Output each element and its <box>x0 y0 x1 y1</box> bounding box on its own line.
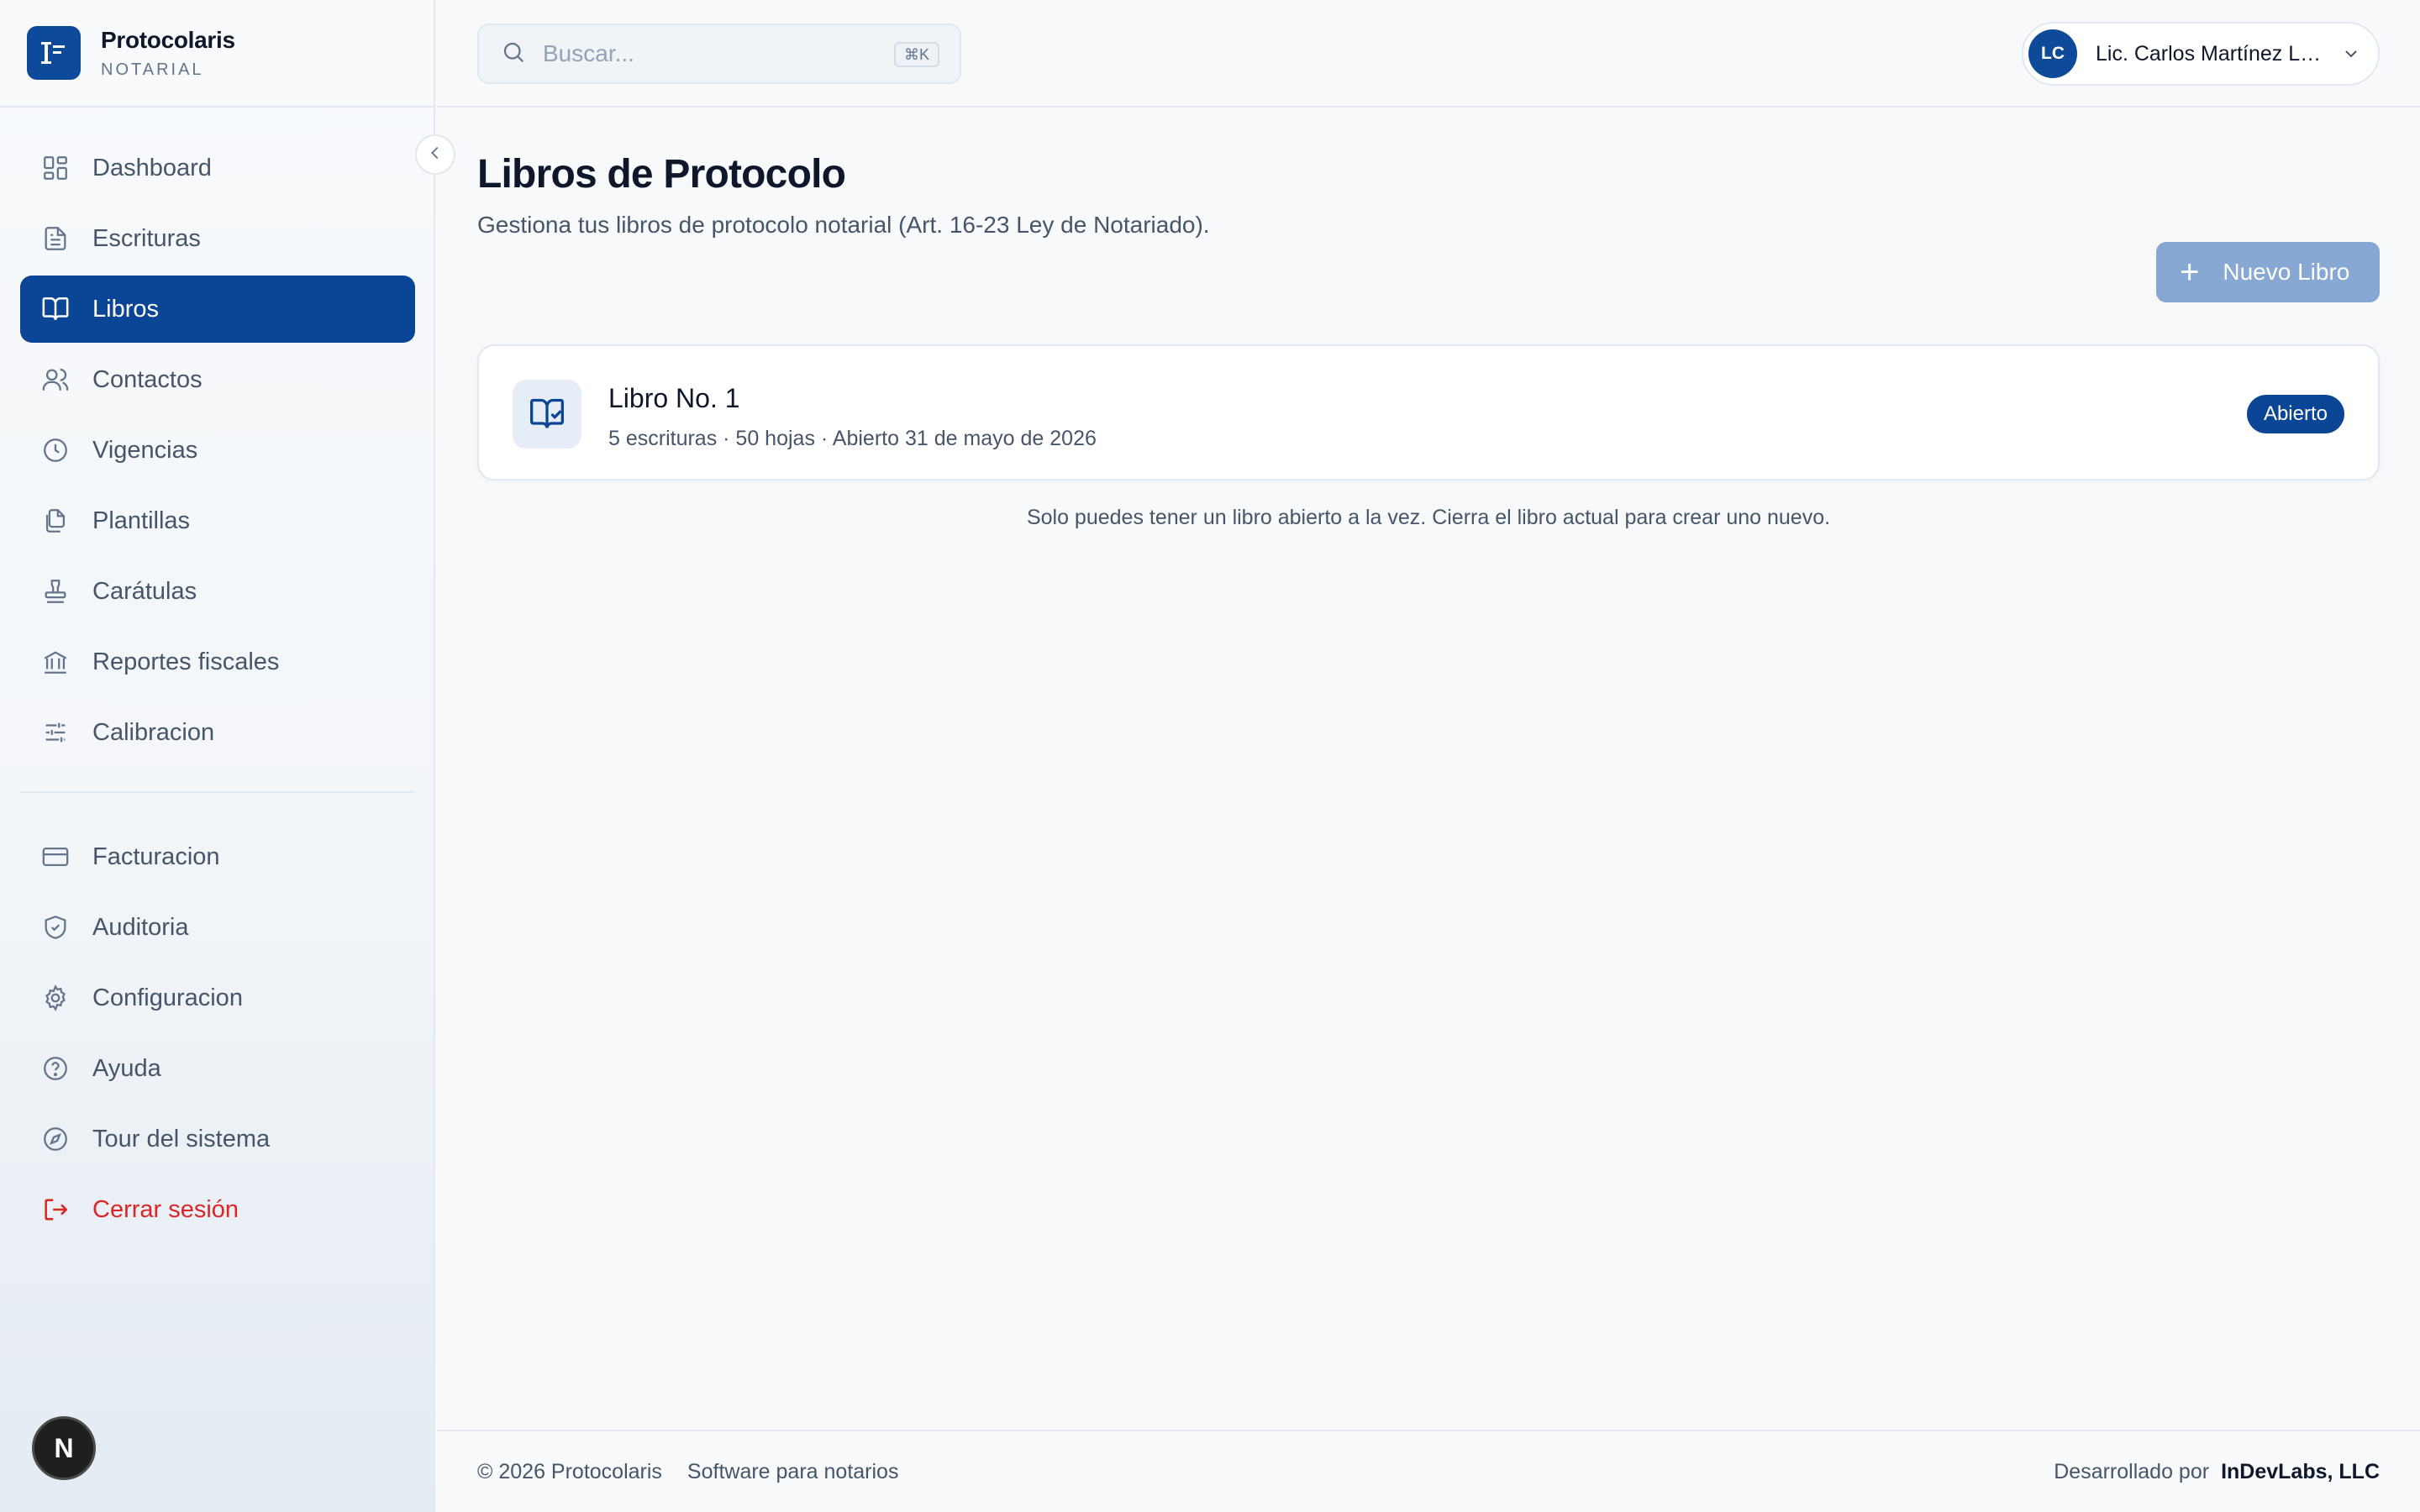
topbar: ⌘K LC Lic. Carlos Martínez López <box>437 0 2420 108</box>
clock-icon <box>40 435 71 465</box>
footer: © 2026 Protocolaris Software para notari… <box>437 1430 2420 1512</box>
sidebar-item-tour[interactable]: Tour del sistema <box>20 1105 415 1173</box>
sidebar-item-label: Dashboard <box>92 154 212 181</box>
footer-developed-by: Desarrollado por <box>2054 1460 2210 1483</box>
sidebar-item-label: Facturacion <box>92 843 220 870</box>
user-menu[interactable]: LC Lic. Carlos Martínez López <box>2022 22 2380 86</box>
book-meta: 5 escrituras · 50 hojas · Abierto 31 de … <box>608 427 1097 450</box>
sidebar-item-label: Auditoria <box>92 913 189 941</box>
sidebar-item-label: Contactos <box>92 365 203 393</box>
document-icon <box>40 223 71 254</box>
footer-developer-link[interactable]: InDevLabs, LLC <box>2221 1460 2380 1484</box>
footer-copyright: © 2026 Protocolaris <box>477 1460 662 1483</box>
search-box[interactable]: ⌘K <box>477 24 961 84</box>
book-check-icon <box>513 380 581 449</box>
sidebar-item-label: Vigencias <box>92 436 198 464</box>
chevron-left-icon <box>426 144 445 166</box>
sidebar-item-dashboard[interactable]: Dashboard <box>20 134 415 202</box>
brand-name: Protocolaris <box>101 26 235 53</box>
sidebar-item-logout[interactable]: Cerrar sesión <box>20 1176 415 1243</box>
brand-subtitle: NOTARIAL <box>101 60 204 79</box>
compass-icon <box>40 1124 71 1154</box>
book-icon <box>40 294 71 324</box>
dev-indicator-badge[interactable]: N <box>32 1416 96 1480</box>
sidebar-item-label: Escrituras <box>92 224 201 252</box>
sidebar-item-label: Carátulas <box>92 577 197 605</box>
main-content: Libros de Protocolo Gestiona tus libros … <box>437 108 2420 1430</box>
help-icon <box>40 1053 71 1084</box>
search-icon <box>501 39 526 69</box>
sidebar-item-label: Reportes fiscales <box>92 648 280 675</box>
sidebar-item-reportes-fiscales[interactable]: Reportes fiscales <box>20 628 415 696</box>
new-book-button-label: Nuevo Libro <box>2223 259 2350 285</box>
search-shortcut-hint: ⌘K <box>893 42 939 67</box>
credit-card-icon <box>40 842 71 872</box>
footer-tagline: Software para notarios <box>687 1460 899 1483</box>
sidebar-item-plantillas[interactable]: Plantillas <box>20 487 415 554</box>
dashboard-icon <box>40 153 71 183</box>
sidebar-item-calibracion[interactable]: Calibracion <box>20 699 415 766</box>
book-title: Libro No. 1 <box>608 383 740 413</box>
status-badge: Abierto <box>2246 395 2344 433</box>
sidebar-item-escrituras[interactable]: Escrituras <box>20 205 415 272</box>
gear-icon <box>40 983 71 1013</box>
sidebar-item-libros[interactable]: Libros <box>20 276 415 343</box>
page-title: Libros de Protocolo <box>477 152 846 197</box>
bank-icon <box>40 647 71 677</box>
sidebar-item-vigencias[interactable]: Vigencias <box>20 417 415 484</box>
sidebar-item-ayuda[interactable]: Ayuda <box>20 1035 415 1102</box>
brand-logo-icon <box>27 26 81 80</box>
sidebar-divider <box>20 791 415 793</box>
search-input[interactable] <box>543 40 879 67</box>
chevron-down-icon <box>2341 44 2361 64</box>
sidebar-item-auditoria[interactable]: Auditoria <box>20 894 415 961</box>
sidebar-item-contactos[interactable]: Contactos <box>20 346 415 413</box>
brand[interactable]: Protocolaris NOTARIAL <box>0 0 435 108</box>
sidebar: Protocolaris NOTARIAL Dashboard Escritur… <box>0 0 435 1512</box>
sidebar-item-label: Calibracion <box>92 718 215 746</box>
stamp-icon <box>40 576 71 606</box>
new-book-button[interactable]: + Nuevo Libro <box>2156 242 2380 302</box>
sidebar-item-label: Plantillas <box>92 507 191 534</box>
sliders-icon <box>40 717 71 748</box>
sidebar-item-configuracion[interactable]: Configuracion <box>20 964 415 1032</box>
book-card[interactable]: Libro No. 1 5 escrituras · 50 hojas · Ab… <box>477 344 2380 480</box>
avatar: LC <box>2028 29 2077 78</box>
sidebar-item-label: Tour del sistema <box>92 1125 271 1152</box>
collapse-sidebar-button[interactable] <box>415 134 455 175</box>
sidebar-item-facturacion[interactable]: Facturacion <box>20 823 415 890</box>
users-icon <box>40 365 71 395</box>
page-subtitle: Gestiona tus libros de protocolo notaria… <box>477 212 1210 238</box>
logout-icon <box>40 1194 71 1225</box>
sidebar-item-label: Libros <box>92 295 159 323</box>
copy-icon <box>40 506 71 536</box>
sidebar-item-label: Cerrar sesión <box>92 1195 239 1223</box>
sidebar-item-caratulas[interactable]: Carátulas <box>20 558 415 625</box>
shield-icon <box>40 912 71 942</box>
plus-icon: + <box>2180 254 2200 291</box>
sidebar-nav: Dashboard Escrituras Libros Contactos Vi… <box>20 134 415 1247</box>
user-name: Lic. Carlos Martínez López <box>2096 41 2324 66</box>
open-book-notice: Solo puedes tener un libro abierto a la … <box>1026 506 1831 529</box>
sidebar-item-label: Configuracion <box>92 984 243 1011</box>
sidebar-item-label: Ayuda <box>92 1054 161 1082</box>
